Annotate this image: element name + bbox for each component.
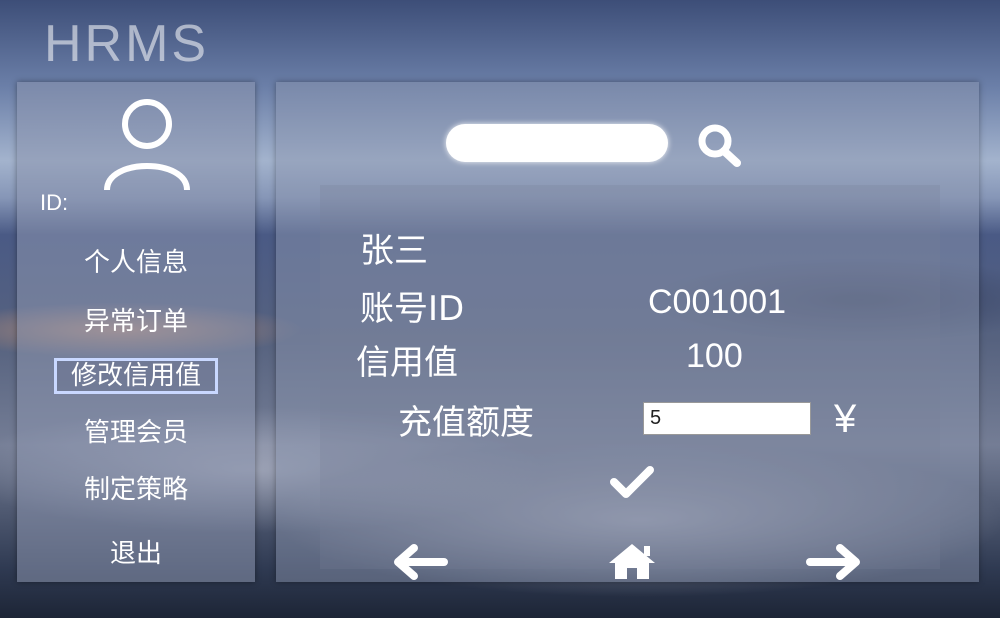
- arrow-right-icon[interactable]: [806, 544, 864, 580]
- account-id-value: C001001: [648, 283, 787, 321]
- credit-label: 信用值: [356, 343, 458, 383]
- check-icon[interactable]: [608, 463, 656, 501]
- sidebar-item-modify-credit[interactable]: 修改信用值: [17, 355, 255, 394]
- sidebar-item-label: 制定策略: [83, 475, 188, 505]
- user-id-label: ID:: [40, 190, 69, 215]
- sidebar-item-strategy[interactable]: 制定策略: [17, 469, 255, 506]
- home-icon[interactable]: [607, 542, 657, 580]
- sidebar-item-manage-members[interactable]: 管理会员: [17, 412, 255, 449]
- search-icon[interactable]: [694, 122, 746, 168]
- recharge-label: 充值额度: [398, 403, 534, 443]
- main-panel: 张三 账号ID C001001 信用值 100 充值额度 ¥: [276, 82, 979, 582]
- sidebar-item-logout[interactable]: 退出: [17, 533, 255, 570]
- sidebar-item-label: 异常订单: [83, 307, 188, 337]
- sidebar-item-label: 退出: [109, 539, 162, 569]
- account-id-label: 账号ID: [360, 289, 465, 329]
- sidebar-item-label: 管理会员: [83, 418, 188, 448]
- app-logo: HRMS: [44, 15, 210, 73]
- member-name: 张三: [360, 231, 428, 271]
- currency-symbol: ¥: [834, 397, 857, 441]
- member-info-panel: 张三 账号ID C001001 信用值 100 充值额度 ¥: [320, 185, 940, 569]
- arrow-left-icon[interactable]: [390, 544, 448, 580]
- sidebar-item-label: 修改信用值: [53, 358, 218, 394]
- credit-value: 100: [686, 337, 743, 375]
- search-input[interactable]: [446, 124, 668, 162]
- recharge-amount-input[interactable]: [643, 402, 811, 435]
- sidebar-item-label: 个人信息: [83, 248, 188, 278]
- sidebar: ID: 个人信息 异常订单 修改信用值 管理会员 制定策略 退出: [17, 82, 255, 582]
- sidebar-item-abnormal-orders[interactable]: 异常订单: [17, 301, 255, 338]
- sidebar-item-personal-info[interactable]: 个人信息: [17, 242, 255, 279]
- user-icon: [104, 99, 190, 191]
